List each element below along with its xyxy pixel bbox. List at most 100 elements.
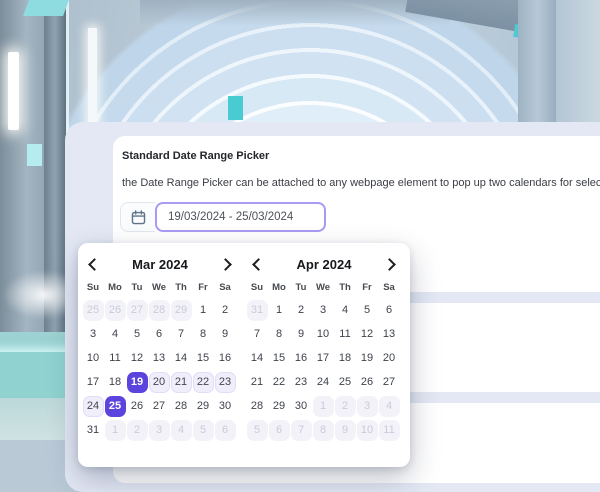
day-cell[interactable]: 4 xyxy=(105,324,126,345)
day-cell[interactable]: 29 xyxy=(171,300,192,321)
day-cell[interactable]: 12 xyxy=(127,348,148,369)
day-cell[interactable]: 14 xyxy=(247,348,268,369)
day-cell[interactable]: 2 xyxy=(127,420,148,441)
day-cell[interactable]: 11 xyxy=(379,420,400,441)
day-cell[interactable]: 5 xyxy=(247,420,268,441)
day-cell[interactable]: 25 xyxy=(83,300,104,321)
calendar-month-march: Mar 2024 SuMoTuWeThFrSa 2526272829123456… xyxy=(82,252,238,467)
day-cell[interactable]: 6 xyxy=(215,420,236,441)
day-cell[interactable]: 18 xyxy=(105,372,126,393)
day-cell[interactable]: 11 xyxy=(105,348,126,369)
day-cell[interactable]: 8 xyxy=(269,324,290,345)
weekday-label: Fr xyxy=(356,281,378,295)
day-cell[interactable]: 3 xyxy=(357,396,378,417)
description-text: the Date Range Picker can be attached to… xyxy=(122,177,600,189)
day-cell[interactable]: 22 xyxy=(269,372,290,393)
day-cell[interactable]: 31 xyxy=(83,420,104,441)
day-cell[interactable]: 11 xyxy=(335,324,356,345)
day-cell[interactable]: 30 xyxy=(215,396,236,417)
day-cell[interactable]: 12 xyxy=(357,324,378,345)
calendar-icon xyxy=(130,209,147,226)
day-cell[interactable]: 29 xyxy=(269,396,290,417)
day-cell[interactable]: 27 xyxy=(127,300,148,321)
day-cell[interactable]: 9 xyxy=(215,324,236,345)
day-cell[interactable]: 7 xyxy=(291,420,312,441)
day-cell[interactable]: 27 xyxy=(379,372,400,393)
day-cell[interactable]: 18 xyxy=(335,348,356,369)
day-grid: 3112345678910111213141516171819202122232… xyxy=(246,298,402,442)
day-cell[interactable]: 6 xyxy=(379,300,400,321)
day-cell[interactable]: 1 xyxy=(313,396,334,417)
day-cell[interactable]: 25 xyxy=(335,372,356,393)
day-cell[interactable]: 13 xyxy=(149,348,170,369)
day-cell[interactable]: 17 xyxy=(83,372,104,393)
day-cell[interactable]: 23 xyxy=(291,372,312,393)
day-cell[interactable]: 24 xyxy=(83,396,104,417)
day-cell[interactable]: 29 xyxy=(193,396,214,417)
day-cell[interactable]: 24 xyxy=(313,372,334,393)
day-cell[interactable]: 10 xyxy=(83,348,104,369)
day-cell[interactable]: 13 xyxy=(379,324,400,345)
day-cell[interactable]: 28 xyxy=(247,396,268,417)
day-cell[interactable]: 26 xyxy=(105,300,126,321)
day-cell[interactable]: 20 xyxy=(149,372,170,393)
day-cell[interactable]: 30 xyxy=(291,396,312,417)
day-cell[interactable]: 8 xyxy=(193,324,214,345)
day-cell[interactable]: 25 xyxy=(105,396,126,417)
day-cell[interactable]: 28 xyxy=(171,396,192,417)
day-cell[interactable]: 31 xyxy=(247,300,268,321)
day-cell[interactable]: 14 xyxy=(171,348,192,369)
day-cell[interactable]: 1 xyxy=(269,300,290,321)
day-cell[interactable]: 27 xyxy=(149,396,170,417)
day-cell[interactable]: 19 xyxy=(357,348,378,369)
day-cell[interactable]: 5 xyxy=(193,420,214,441)
date-range-input[interactable] xyxy=(155,202,326,232)
day-cell[interactable]: 7 xyxy=(171,324,192,345)
day-cell[interactable]: 5 xyxy=(127,324,148,345)
day-cell[interactable]: 10 xyxy=(357,420,378,441)
day-cell[interactable]: 21 xyxy=(247,372,268,393)
weekday-label: Tu xyxy=(126,281,148,295)
day-cell[interactable]: 4 xyxy=(171,420,192,441)
day-cell[interactable]: 10 xyxy=(313,324,334,345)
day-cell[interactable]: 2 xyxy=(335,396,356,417)
day-cell[interactable]: 22 xyxy=(193,372,214,393)
day-cell[interactable]: 19 xyxy=(127,372,148,393)
day-cell[interactable]: 16 xyxy=(215,348,236,369)
day-cell[interactable]: 7 xyxy=(247,324,268,345)
prev-month-button[interactable] xyxy=(246,253,268,275)
teal-accent-decoration xyxy=(23,0,69,16)
day-cell[interactable]: 17 xyxy=(313,348,334,369)
calendar-icon-button[interactable] xyxy=(120,202,155,232)
day-cell[interactable]: 4 xyxy=(335,300,356,321)
day-cell[interactable]: 16 xyxy=(291,348,312,369)
day-cell[interactable]: 28 xyxy=(149,300,170,321)
next-month-button[interactable] xyxy=(380,253,402,275)
day-cell[interactable]: 3 xyxy=(149,420,170,441)
day-cell[interactable]: 3 xyxy=(83,324,104,345)
month-title: Mar 2024 xyxy=(104,257,216,272)
day-cell[interactable]: 15 xyxy=(193,348,214,369)
day-cell[interactable]: 2 xyxy=(291,300,312,321)
day-cell[interactable]: 20 xyxy=(379,348,400,369)
day-cell[interactable]: 9 xyxy=(291,324,312,345)
day-cell[interactable]: 5 xyxy=(357,300,378,321)
day-cell[interactable]: 1 xyxy=(193,300,214,321)
day-cell[interactable]: 26 xyxy=(357,372,378,393)
day-cell[interactable]: 1 xyxy=(105,420,126,441)
weekday-label: We xyxy=(312,281,334,295)
day-cell[interactable]: 23 xyxy=(215,372,236,393)
day-cell[interactable]: 2 xyxy=(215,300,236,321)
day-cell[interactable]: 6 xyxy=(149,324,170,345)
day-cell[interactable]: 9 xyxy=(335,420,356,441)
day-cell[interactable]: 15 xyxy=(269,348,290,369)
day-cell[interactable]: 26 xyxy=(127,396,148,417)
day-cell[interactable]: 21 xyxy=(171,372,192,393)
day-cell[interactable]: 6 xyxy=(269,420,290,441)
day-cell[interactable]: 4 xyxy=(379,396,400,417)
next-month-button[interactable] xyxy=(216,253,238,275)
prev-month-button[interactable] xyxy=(82,253,104,275)
calendar-month-april: Apr 2024 SuMoTuWeThFrSa 3112345678910111… xyxy=(246,252,402,467)
day-cell[interactable]: 3 xyxy=(313,300,334,321)
day-cell[interactable]: 8 xyxy=(313,420,334,441)
